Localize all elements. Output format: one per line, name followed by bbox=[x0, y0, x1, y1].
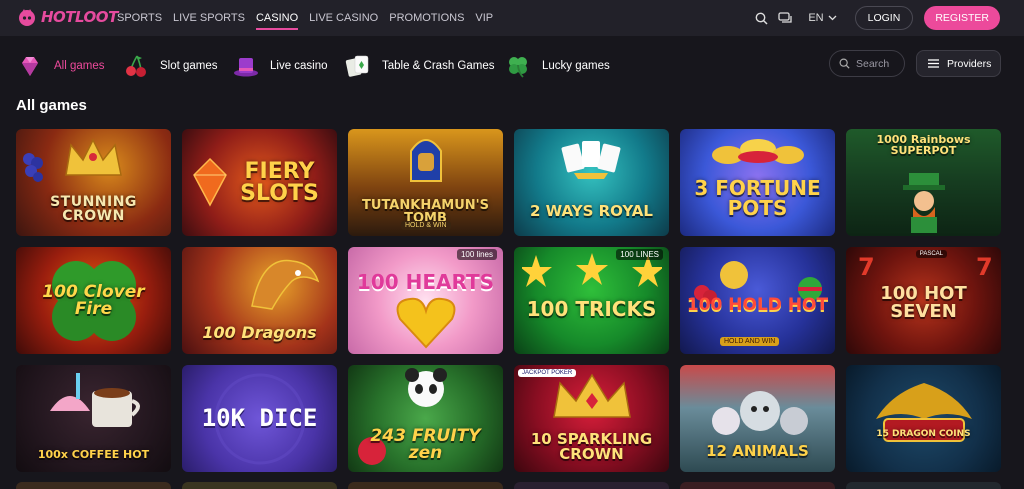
category-live-casino[interactable]: Live casino bbox=[232, 52, 328, 80]
category-lucky-games[interactable]: Lucky games bbox=[504, 52, 610, 80]
game-title: 100 Dragons bbox=[202, 322, 317, 342]
game-title: 100 TRICKS bbox=[526, 296, 657, 321]
nav-live-sports[interactable]: LIVE SPORTS bbox=[173, 0, 245, 36]
game-badge: PASCAL bbox=[915, 250, 947, 258]
game-title: 10 SPARKLING CROWN bbox=[530, 429, 653, 463]
language-selector[interactable]: EN bbox=[808, 12, 837, 24]
cards-icon bbox=[344, 52, 372, 80]
brand-logo[interactable]: HOTLOOT bbox=[16, 6, 118, 28]
game-title: 1000 Rainbows SUPERPOT bbox=[876, 133, 971, 157]
category-label: Lucky games bbox=[542, 60, 610, 72]
top-hat-icon bbox=[232, 52, 260, 80]
game-subtitle: HOLD AND WIN bbox=[720, 337, 780, 346]
game-search-input[interactable]: Search bbox=[829, 50, 905, 77]
game-tile[interactable]: FIERY SLOTS bbox=[182, 129, 337, 236]
category-slot-games[interactable]: Slot games bbox=[122, 52, 218, 80]
game-title: 243 FRUITY zen bbox=[370, 425, 481, 463]
register-button[interactable]: REGISTER bbox=[924, 6, 1000, 30]
main-nav: SPORTS LIVE SPORTS CASINO LIVE CASINO PR… bbox=[117, 0, 493, 36]
language-label: EN bbox=[808, 12, 824, 24]
providers-label: Providers bbox=[947, 57, 992, 70]
game-title: 10K DICE bbox=[201, 404, 318, 433]
game-badge: JACKPOT POKER bbox=[518, 369, 577, 377]
top-navigation-bar: HOTLOOT SPORTS LIVE SPORTS CASINO LIVE C… bbox=[0, 0, 1024, 36]
games-row-partial bbox=[16, 482, 1001, 489]
game-title: 15 DRAGON COINS bbox=[876, 429, 971, 439]
game-tile[interactable]: 100 HOLD HOT HOLD AND WIN bbox=[680, 247, 835, 354]
game-tile[interactable]: 12 ANIMALS bbox=[680, 365, 835, 472]
providers-button[interactable]: Providers bbox=[916, 50, 1001, 77]
nav-live-casino[interactable]: LIVE CASINO bbox=[309, 0, 378, 36]
game-title: 100 HOLD HOT bbox=[686, 295, 829, 315]
game-tile[interactable]: 7 7 100 HOT SEVEN PASCAL bbox=[846, 247, 1001, 354]
category-table-crash[interactable]: Table & Crash Games bbox=[344, 52, 495, 80]
category-label: Slot games bbox=[160, 60, 218, 72]
game-title: 100 Clover Fire bbox=[42, 281, 145, 319]
game-tile-partial[interactable] bbox=[846, 482, 1001, 489]
category-label: Live casino bbox=[270, 60, 328, 72]
game-title: 100 HOT SEVEN bbox=[880, 282, 967, 322]
search-icon bbox=[839, 58, 850, 69]
hotloot-logo-icon bbox=[19, 9, 35, 26]
svg-text:7: 7 bbox=[976, 253, 993, 279]
game-tile[interactable]: 100 Dragons bbox=[182, 247, 337, 354]
game-title: 12 ANIMALS bbox=[706, 442, 809, 460]
game-tile-partial[interactable] bbox=[182, 482, 337, 489]
menu-icon bbox=[928, 59, 939, 68]
game-badge: 100 lines bbox=[456, 249, 497, 260]
game-tile-partial[interactable] bbox=[514, 482, 669, 489]
search-placeholder: Search bbox=[856, 57, 890, 70]
game-title: 2 WAYS ROYAL bbox=[530, 202, 653, 220]
game-title: 100 HEARTS bbox=[356, 269, 495, 294]
category-label: Table & Crash Games bbox=[382, 60, 495, 72]
category-all-games[interactable]: All games bbox=[16, 52, 105, 80]
game-tile[interactable]: 2 WAYS ROYAL bbox=[514, 129, 669, 236]
game-tile[interactable]: STUNNING CROWN bbox=[16, 129, 171, 236]
game-tile[interactable]: 243 FRUITY zen bbox=[348, 365, 503, 472]
game-tile[interactable]: 15 DRAGON COINS bbox=[846, 365, 1001, 472]
brand-name: HOTLOOT bbox=[41, 8, 118, 26]
header-actions: EN LOGIN REGISTER bbox=[752, 0, 1000, 36]
game-tile[interactable]: 1000 Rainbows SUPERPOT bbox=[846, 129, 1001, 236]
game-tile[interactable]: 100x COFFEE HOT bbox=[16, 365, 171, 472]
game-tile[interactable]: 100 TRICKS 100 LINES bbox=[514, 247, 669, 354]
game-tile[interactable]: 10 SPARKLING CROWN JACKPOT POKER bbox=[514, 365, 669, 472]
game-title: 3 FORTUNE POTS bbox=[694, 175, 821, 220]
nav-promotions[interactable]: PROMOTIONS bbox=[389, 0, 464, 36]
game-tile[interactable]: 10K DICE bbox=[182, 365, 337, 472]
game-tile[interactable]: 3 FORTUNE POTS bbox=[680, 129, 835, 236]
game-tile-partial[interactable] bbox=[16, 482, 171, 489]
game-tile[interactable]: 100 Clover Fire bbox=[16, 247, 171, 354]
nav-sports[interactable]: SPORTS bbox=[117, 0, 162, 36]
nav-casino[interactable]: CASINO bbox=[255, 0, 299, 36]
game-tile-partial[interactable] bbox=[680, 482, 835, 489]
category-label: All games bbox=[54, 60, 105, 72]
clover-icon bbox=[504, 52, 532, 80]
login-button[interactable]: LOGIN bbox=[854, 6, 914, 30]
game-tile[interactable]: TUTANKHAMUN'S TOMB HOLD & WIN bbox=[348, 129, 503, 236]
game-title: FIERY SLOTS bbox=[240, 158, 319, 206]
game-tile-partial[interactable] bbox=[348, 482, 503, 489]
game-badge: 100 LINES bbox=[616, 249, 663, 260]
chevron-down-icon bbox=[828, 15, 837, 21]
gem-icon bbox=[16, 52, 44, 80]
game-title: 100x COFFEE HOT bbox=[37, 448, 150, 461]
chat-icon[interactable] bbox=[776, 9, 794, 27]
games-grid: STUNNING CROWN FIERY SLOTS TUTANKHAMUN'S… bbox=[16, 129, 1001, 472]
svg-text:7: 7 bbox=[858, 253, 875, 279]
game-title: STUNNING CROWN bbox=[50, 193, 137, 224]
cherries-icon bbox=[122, 52, 150, 80]
section-title: All games bbox=[16, 97, 87, 114]
game-tile[interactable]: 100 HEARTS 100 lines bbox=[348, 247, 503, 354]
search-icon[interactable] bbox=[752, 9, 770, 27]
nav-vip[interactable]: VIP bbox=[475, 0, 493, 36]
game-subtitle: HOLD & WIN bbox=[401, 221, 451, 230]
